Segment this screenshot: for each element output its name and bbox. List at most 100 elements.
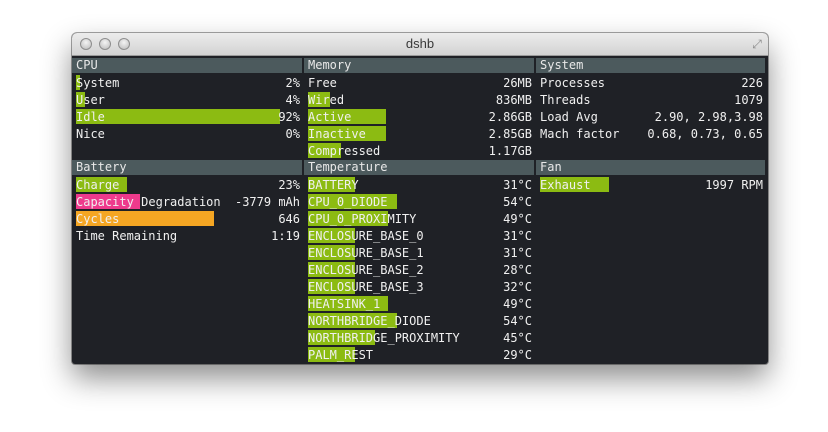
temperature-row-label: ENCLOSURE_BASE_2 [308, 263, 424, 277]
battery-row: Cycles 646 [72, 211, 302, 228]
memory-header: Memory [304, 58, 534, 73]
temperature-row-value: 31°C [503, 246, 532, 260]
cpu-row-value: 0% [285, 127, 300, 141]
memory-row: Inactive 2.85GB [304, 126, 534, 143]
system-row: Mach factor 0.68, 0.73, 0.65 [536, 126, 765, 143]
temperature-row-value: 49°C [503, 212, 532, 226]
cpu-row: Idle 92% [72, 109, 302, 126]
system-header: System [536, 58, 765, 73]
system-row: Threads 1079 [536, 92, 765, 109]
temperature-row: CPU_0_PROXIMITY 49°C [304, 211, 534, 228]
temperature-row: ENCLOSURE_BASE_0 31°C [304, 228, 534, 245]
cpu-header: CPU [72, 58, 302, 73]
cpu-row-label: User [76, 93, 105, 107]
memory-row-label: Inactive [308, 127, 366, 141]
cpu-row-label: Nice [76, 127, 105, 141]
system-row-value: 2.90, 2.98,3.98 [654, 110, 763, 124]
system-row-label: Processes [540, 76, 606, 90]
cpu-row: System 2% [72, 75, 302, 92]
memory-row-value: 1.17GB [488, 144, 532, 158]
temperature-row-label: CPU_0_PROXIMITY [308, 212, 417, 226]
battery-row-value: -3779 mAh [234, 195, 300, 209]
system-row: Processes 226 [536, 75, 765, 92]
memory-row-label: Free [308, 76, 337, 90]
temperature-row: NORTHBRIDGE_DIODE 54°C [304, 313, 534, 330]
system-row-value: 1079 [734, 93, 763, 107]
battery-row-label: Cycles [76, 212, 120, 226]
battery-row: Capacity Degradation -3779 mAh [72, 194, 302, 211]
temperature-header: Temperature [304, 160, 534, 175]
memory-row-value: 26MB [503, 76, 532, 90]
cpu-row-label: System [76, 76, 120, 90]
fan-row-value: 1997 RPM [705, 178, 763, 192]
memory-row: Active 2.86GB [304, 109, 534, 126]
cpu-row-value: 2% [285, 76, 300, 90]
temperature-row-label: ENCLOSURE_BASE_3 [308, 280, 424, 294]
memory-row: Compressed 1.17GB [304, 143, 534, 160]
system-row-value: 226 [741, 76, 763, 90]
temperature-row-label: NORTHBRIDGE_DIODE [308, 314, 431, 328]
temperature-row-value: 54°C [503, 314, 532, 328]
memory-row-label: Compressed [308, 144, 381, 158]
title-bar[interactable]: dshb ⤢ [72, 33, 768, 56]
memory-row: Free 26MB [304, 75, 534, 92]
temperature-row-value: 28°C [503, 263, 532, 277]
temperature-row: PALM_REST 29°C [304, 347, 534, 364]
temperature-row: CPU_0_DIODE 54°C [304, 194, 534, 211]
memory-row: Wired 836MB [304, 92, 534, 109]
temperature-row: NORTHBRIDGE_PROXIMITY 45°C [304, 330, 534, 347]
temperature-row-label: ENCLOSURE_BASE_1 [308, 246, 424, 260]
fan-row-label: Exhaust [540, 178, 591, 192]
dashboard: CPU System 2% User 4% Idle 92% Nice 0% Memory F… [72, 56, 768, 364]
cpu-panel: CPU System 2% User 4% Idle 92% Nice 0% [72, 58, 302, 143]
battery-row: Charge 23% [72, 177, 302, 194]
fullscreen-icon[interactable]: ⤢ [750, 37, 764, 51]
battery-row-label: Charge [76, 178, 120, 192]
window-title: dshb [405, 36, 435, 51]
system-panel: System Processes 226 Threads 1079 Load Avg 2.… [536, 58, 765, 143]
temperature-row: ENCLOSURE_BASE_2 28°C [304, 262, 534, 279]
app-window: dshb ⤢ CPU System 2% User 4% Idle 92% Nice 0% M… [72, 33, 768, 364]
memory-row-value: 2.85GB [488, 127, 532, 141]
battery-row-sublabel: Degradation [141, 195, 221, 209]
temperature-row-label: HEATSINK_1 [308, 297, 381, 311]
cpu-row-value: 92% [278, 110, 300, 124]
temperature-row-value: 31°C [503, 178, 532, 192]
fan-header: Fan [536, 160, 765, 175]
system-row-label: Threads [540, 93, 591, 107]
temperature-row-label: CPU_0_DIODE [308, 195, 388, 209]
cpu-row: Nice 0% [72, 126, 302, 143]
cpu-row-label: Idle [76, 110, 105, 124]
battery-row-value: 646 [278, 212, 300, 226]
temperature-row-label: BATTERY [308, 178, 359, 192]
temperature-row-value: 31°C [503, 229, 532, 243]
temperature-row-label: ENCLOSURE_BASE_0 [308, 229, 424, 243]
temperature-row-value: 45°C [503, 331, 532, 345]
battery-header: Battery [72, 160, 302, 175]
battery-row-value: 23% [278, 178, 300, 192]
temperature-row: HEATSINK_1 49°C [304, 296, 534, 313]
system-row-value: 0.68, 0.73, 0.65 [647, 127, 763, 141]
temperature-row-label: PALM_REST [308, 348, 374, 362]
fan-panel: Fan Exhaust 1997 RPM [536, 160, 765, 194]
temperature-row-value: 32°C [503, 280, 532, 294]
temperature-row: BATTERY 31°C [304, 177, 534, 194]
memory-row-label: Active [308, 110, 352, 124]
battery-row: Time Remaining 1:19 [72, 228, 302, 245]
temperature-row-label: NORTHBRIDGE_PROXIMITY [308, 331, 460, 345]
cpu-row-value: 4% [285, 93, 300, 107]
temperature-row-value: 29°C [503, 348, 532, 362]
battery-panel: Battery Charge 23% Capacity Degradation -377… [72, 160, 302, 245]
temperature-row: ENCLOSURE_BASE_1 31°C [304, 245, 534, 262]
system-row-label: Mach factor [540, 127, 620, 141]
memory-row-label: Wired [308, 93, 345, 107]
temperature-row: ENCLOSURE_BASE_3 32°C [304, 279, 534, 296]
temperature-panel: Temperature BATTERY 31°C CPU_0_DIODE 54°C CP… [304, 160, 534, 364]
battery-row-value: 1:19 [271, 229, 300, 243]
cpu-row: User 4% [72, 92, 302, 109]
battery-row-label: Capacity [76, 195, 134, 209]
system-row: Load Avg 2.90, 2.98,3.98 [536, 109, 765, 126]
cpu-level-bar [76, 109, 280, 124]
memory-row-value: 2.86GB [488, 110, 532, 124]
fan-row: Exhaust 1997 RPM [536, 177, 765, 194]
